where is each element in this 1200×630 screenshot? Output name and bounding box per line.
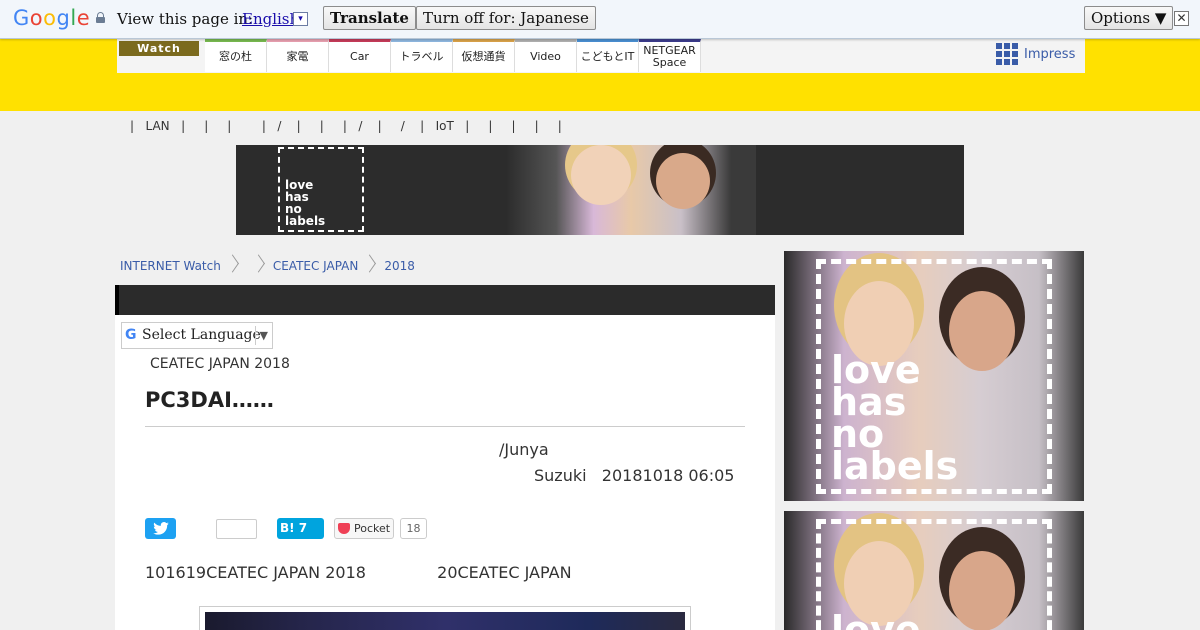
nav-tab[interactable]: こどもとIT <box>577 39 639 72</box>
language-select-label: Select Language <box>142 327 261 343</box>
google-logo-letter: o <box>29 6 44 30</box>
google-logo: Google <box>13 6 90 30</box>
breadcrumb-chevron-icon <box>227 255 237 277</box>
side-ad[interactable]: love <box>784 511 1084 630</box>
hatena-bookmark-button[interactable]: B! 7 <box>277 518 324 539</box>
language-select[interactable]: G Select Language ▼ <box>121 322 273 349</box>
pocket-count: 18 <box>400 518 427 539</box>
breadcrumb-chevron-icon <box>253 255 263 277</box>
article-kicker: CEATEC JAPAN 2018 <box>150 356 290 372</box>
translate-bar: Google View this page in: English ▾ Tran… <box>0 0 1200 39</box>
lock-icon <box>96 12 105 23</box>
breadcrumb-item[interactable]: 2018 <box>384 259 415 273</box>
article-title: PC3DAI…… <box>145 388 274 412</box>
breadcrumb-item[interactable]: CEATEC JAPAN <box>273 259 359 273</box>
ad-line: love <box>831 608 921 630</box>
ad-line: labels <box>831 444 959 488</box>
ad-line: labels <box>285 214 326 228</box>
close-icon[interactable]: ✕ <box>1174 11 1189 26</box>
language-dropdown-icon[interactable]: ▾ <box>293 12 308 26</box>
nav-tab[interactable]: 家電 <box>267 39 329 72</box>
impress-grid-icon <box>996 43 1018 65</box>
impress-link[interactable]: Impress <box>996 43 1075 65</box>
share-count-box <box>216 519 257 539</box>
twitter-icon <box>153 522 169 535</box>
side-ad[interactable]: love has no labels <box>784 251 1084 501</box>
google-logo-letter: o <box>43 6 57 30</box>
site-logo[interactable]: Watch <box>119 41 199 56</box>
article-lead: 101619CEATEC JAPAN 2018 20CEATEC JAPAN <box>145 563 572 582</box>
chevron-down-icon: ▼ <box>254 326 272 345</box>
options-button[interactable]: Options ▼ <box>1084 6 1174 30</box>
pocket-button[interactable]: Pocket <box>334 518 394 539</box>
translate-button[interactable]: Translate <box>323 6 416 30</box>
nav-tab[interactable]: トラベル <box>391 39 453 72</box>
article-photo-image <box>205 612 685 630</box>
breadcrumb: INTERNET Watch CEATEC JAPAN 2018 <box>120 255 415 277</box>
ad-logo-box: love has no labels <box>816 259 1052 494</box>
article-header-bar <box>115 285 775 315</box>
nav-tab[interactable]: Car <box>329 39 391 72</box>
banner-ad[interactable]: love has no labels <box>236 145 964 235</box>
breadcrumb-chevron-icon <box>364 255 374 277</box>
title-divider <box>145 426 745 427</box>
google-logo-letter: e <box>76 6 91 30</box>
turn-off-button[interactable]: Turn off for: Japanese <box>416 6 596 30</box>
twitter-share-button[interactable] <box>145 518 176 539</box>
view-page-label: View this page in: <box>117 10 254 28</box>
category-subnav[interactable]: | LAN | | | | / | | | / | / | IoT | | | … <box>130 119 562 133</box>
ad-child-face <box>571 145 631 205</box>
language-link[interactable]: English <box>242 10 299 28</box>
pocket-label: Pocket <box>354 522 391 535</box>
nav-tab[interactable]: 仮想通貨 <box>453 39 515 72</box>
article-photo[interactable] <box>199 606 691 630</box>
ad-logo-box: love has no labels <box>278 147 364 232</box>
google-logo-letter: g <box>56 6 71 30</box>
subnav-text[interactable]: | LAN | | | | / | | | / | / | IoT | | | … <box>130 119 562 133</box>
nav-tab[interactable]: Video <box>515 39 577 72</box>
nav-tab[interactable]: 窓の杜 <box>205 39 267 72</box>
google-logo-letter: G <box>13 6 30 30</box>
ad-logo-box: love <box>816 519 1052 630</box>
breadcrumb-item[interactable]: INTERNET Watch <box>120 259 221 273</box>
article-author: /Junya <box>499 440 549 459</box>
site-nav-tabs: 窓の杜 家電 Car トラベル 仮想通貨 Video こどもとIT NETGEAR Space <box>205 39 701 72</box>
article: G Select Language ▼ CEATEC JAPAN 2018 PC… <box>115 285 775 630</box>
google-g-icon: G <box>125 327 137 343</box>
nav-tab[interactable]: NETGEAR Space <box>639 39 701 72</box>
pocket-icon <box>338 523 350 534</box>
ad-child-face <box>656 153 710 209</box>
article-date: Suzuki 20181018 06:05 <box>534 466 735 485</box>
impress-label: Impress <box>1024 46 1076 62</box>
ad-photo <box>506 145 756 235</box>
